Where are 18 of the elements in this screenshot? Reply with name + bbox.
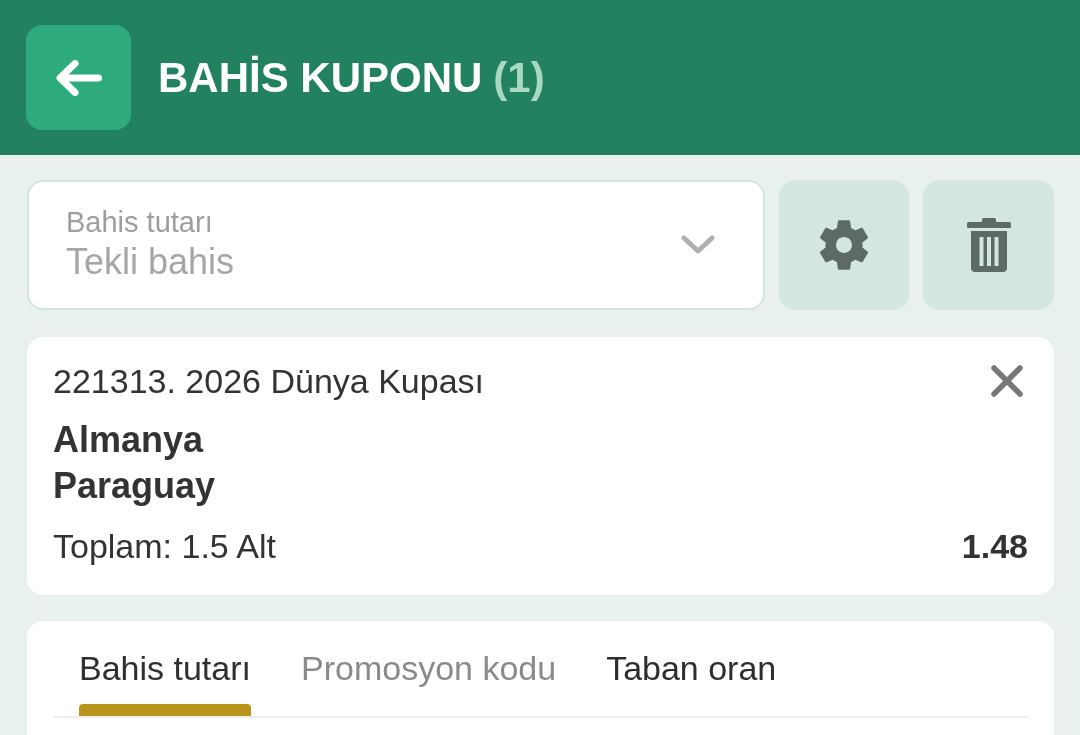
trash-icon (966, 218, 1011, 272)
event-title: 221313. 2026 Dünya Kupası (53, 361, 484, 402)
team-name: Almanya (53, 418, 204, 462)
item-count: (1) (493, 56, 545, 99)
close-button[interactable] (990, 364, 1024, 398)
odds-value: 1.48 (961, 526, 1028, 567)
tab[interactable]: Taban oran (606, 646, 777, 716)
chevron-down-icon (681, 235, 715, 255)
close-icon (990, 364, 1024, 398)
tab[interactable]: Bahis tutarı (79, 646, 251, 716)
page-title: BAHİS KUPONU (158, 56, 483, 99)
delete-button[interactable] (923, 180, 1054, 310)
arrow-left-icon (55, 59, 102, 96)
market-label: Toplam: 1.5 Alt (53, 526, 276, 567)
settings-icon (819, 219, 869, 271)
back-button[interactable] (26, 25, 131, 130)
team-name: Paraguay (53, 464, 216, 508)
settings-button[interactable] (779, 180, 909, 310)
